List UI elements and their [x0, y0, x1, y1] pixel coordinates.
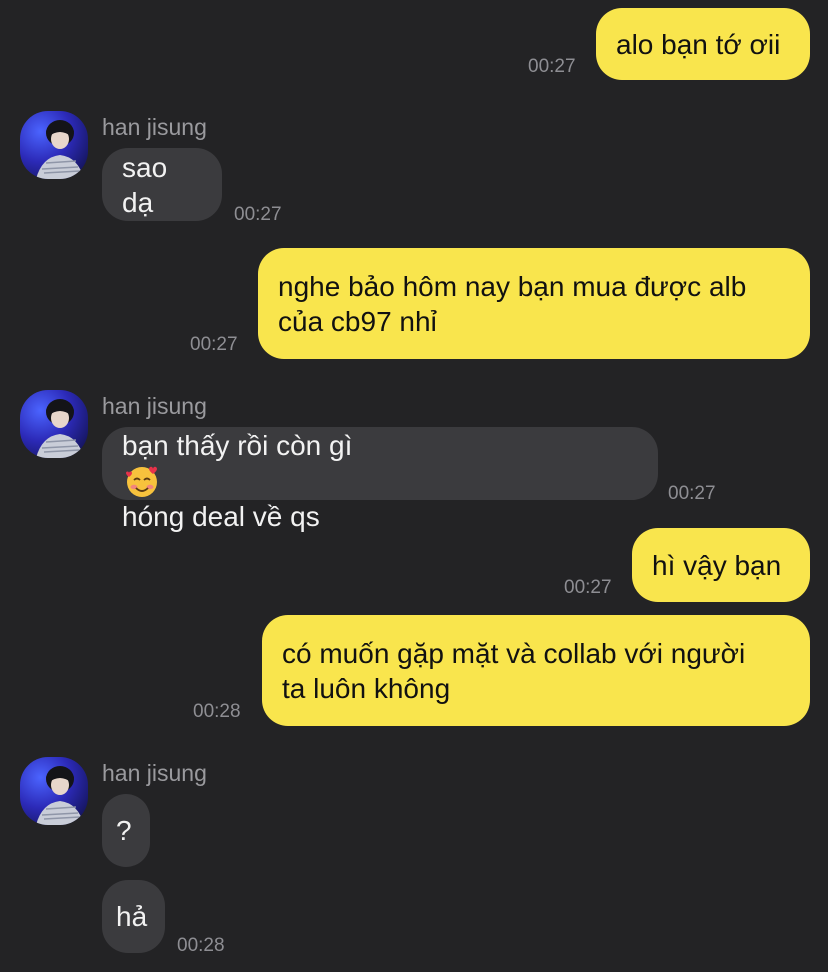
message-text: bạn thấy rồi còn gì hóng deal về qs	[122, 393, 352, 534]
message-text: có muốn gặp mặt và collab với người ta l…	[282, 637, 746, 704]
outgoing-message-bubble[interactable]: có muốn gặp mặt và collab với người ta l…	[262, 615, 810, 726]
message-timestamp: 00:28	[193, 701, 241, 722]
message-text-part: bạn thấy rồi còn gì	[122, 430, 353, 462]
avatar-photo-icon	[36, 399, 84, 458]
outgoing-message-bubble[interactable]: nghe bảo hôm nay bạn mua được alb của cb…	[258, 248, 810, 359]
incoming-message-bubble[interactable]: sao dạ	[102, 148, 222, 221]
incoming-message-bubble[interactable]: bạn thấy rồi còn gì hóng deal về qs	[102, 427, 658, 532]
message-text: sao dạ	[122, 151, 168, 218]
message-timestamp: 00:27	[234, 204, 282, 225]
sender-name: han jisung	[102, 114, 207, 140]
message-text: alo bạn tớ ơii	[616, 28, 781, 60]
outgoing-message-bubble[interactable]: alo bạn tớ ơii	[596, 8, 810, 80]
outgoing-message-bubble[interactable]: hì vậy bạn	[632, 528, 810, 602]
incoming-message-bubble[interactable]: hả	[102, 880, 165, 953]
message-text: hì vậy bạn	[652, 549, 782, 581]
message-text: hả	[116, 901, 148, 932]
message-text: ?	[116, 815, 132, 846]
message-timestamp: 00:27	[668, 483, 716, 504]
message-timestamp: 00:27	[528, 56, 576, 77]
message-timestamp: 00:27	[564, 577, 612, 598]
message-timestamp: 00:27	[190, 334, 238, 355]
message-text: nghe bảo hôm nay bạn mua được alb của cb…	[278, 270, 747, 337]
contact-avatar[interactable]	[20, 111, 88, 179]
smiling-face-with-hearts-icon	[126, 466, 157, 497]
contact-avatar[interactable]	[20, 757, 88, 825]
avatar-photo-icon	[36, 120, 84, 179]
sender-name: han jisung	[102, 760, 207, 786]
incoming-message-bubble[interactable]: ?	[102, 794, 150, 867]
message-timestamp: 00:28	[177, 935, 225, 956]
message-text-part: hóng deal về qs	[122, 500, 320, 532]
avatar-photo-icon	[36, 766, 84, 825]
contact-avatar[interactable]	[20, 390, 88, 458]
